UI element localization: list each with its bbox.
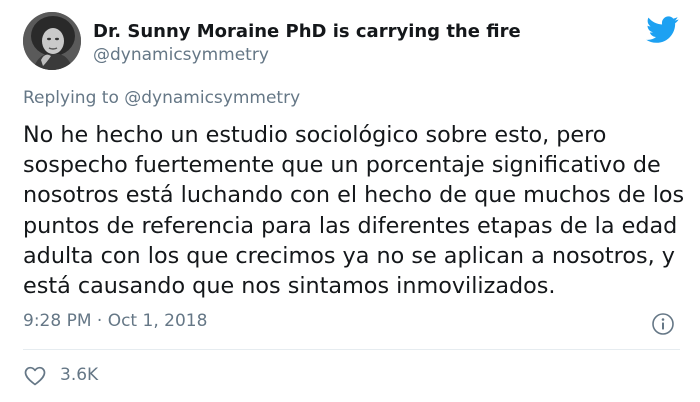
divider <box>23 349 680 350</box>
replying-to-label: Replying to <box>23 88 119 108</box>
display-name[interactable]: Dr. Sunny Moraine PhD is carrying the fi… <box>93 21 521 42</box>
replying-to: Replying to @dynamicsymmetry <box>23 88 300 108</box>
tweet-card: Dr. Sunny Moraine PhD is carrying the fi… <box>0 0 700 402</box>
user-handle[interactable]: @dynamicsymmetry <box>93 45 269 65</box>
tweet-text: No he hecho un estudio sociológico sobre… <box>23 122 685 300</box>
avatar[interactable] <box>23 12 81 70</box>
info-icon[interactable] <box>651 312 675 336</box>
like-count: 3.6K <box>60 365 99 385</box>
tweet-timestamp[interactable]: 9:28 PM · Oct 1, 2018 <box>23 311 207 331</box>
twitter-bird-icon[interactable] <box>646 16 679 44</box>
heart-icon[interactable] <box>23 364 47 388</box>
mention-link[interactable]: @dynamicsymmetry <box>124 88 300 108</box>
